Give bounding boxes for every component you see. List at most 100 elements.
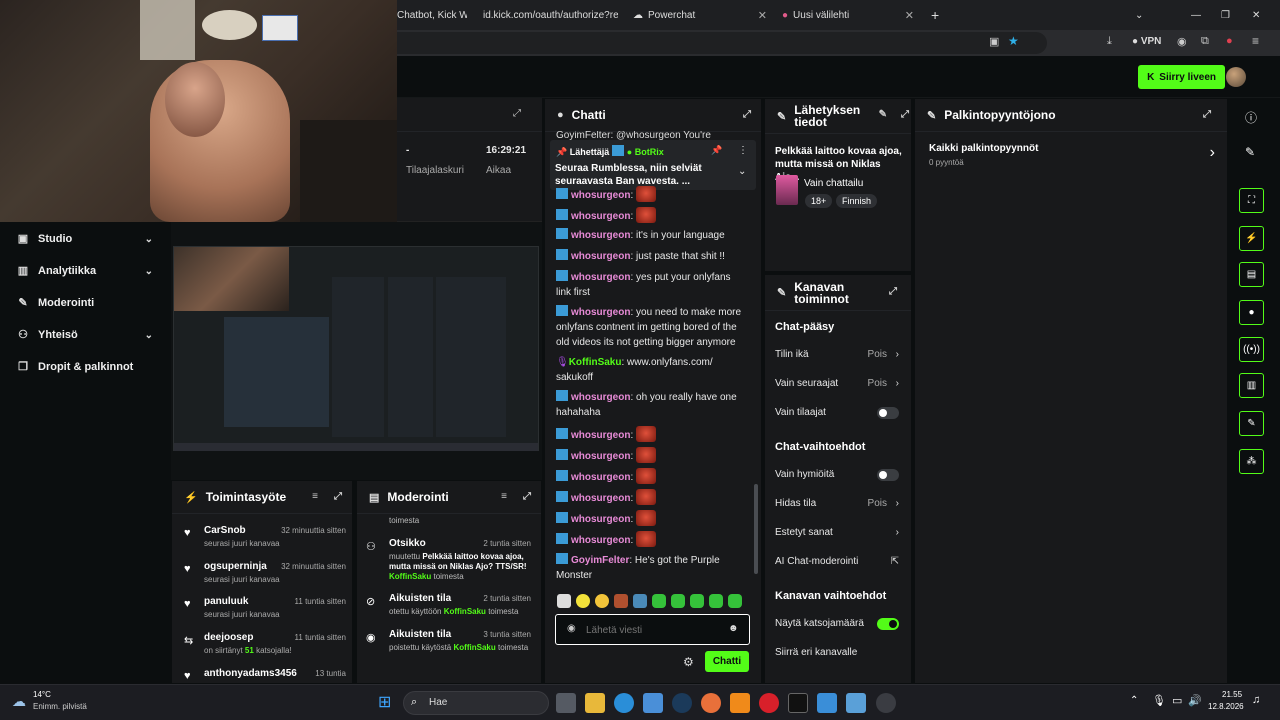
- move-channel-row[interactable]: Siirrä eri kanavalle: [775, 644, 905, 662]
- chat-username[interactable]: whosurgeon: [571, 272, 630, 283]
- ai-mod-row[interactable]: AI Chat-moderointi ⇱: [775, 553, 905, 571]
- emote-icon[interactable]: [728, 594, 742, 608]
- rail-wrench-button[interactable]: ✎: [1239, 411, 1264, 436]
- slow-mode-row[interactable]: Hidas tila Pois ›: [775, 495, 905, 513]
- pinned-message[interactable]: 📌 Lähettäjä ● BotRix 📌 ⋮ Seuraa Rumbless…: [550, 140, 756, 190]
- rail-document-button[interactable]: ▤: [1239, 262, 1264, 287]
- sidebar-item-analytics[interactable]: ▥ Analytiikka ⌄: [0, 257, 171, 285]
- firefox-icon[interactable]: [701, 693, 721, 713]
- window-app-icon[interactable]: [846, 693, 866, 713]
- download-icon[interactable]: ⤓: [1107, 35, 1112, 48]
- send-chat-button[interactable]: Chatti: [705, 651, 749, 672]
- info-icon[interactable]: ⓘ: [1245, 109, 1257, 126]
- screenshot-icon[interactable]: ▣: [989, 35, 999, 48]
- go-live-button[interactable]: K Siirry liveen: [1138, 65, 1225, 89]
- steam-icon[interactable]: [672, 693, 692, 713]
- rail-broadcast-button[interactable]: ((•)): [1239, 337, 1264, 362]
- clock-time[interactable]: 21.55: [1222, 690, 1242, 699]
- stream-category[interactable]: Vain chattailu: [804, 178, 863, 189]
- filter-icon[interactable]: ≡: [501, 491, 507, 502]
- chat-username[interactable]: whosurgeon: [571, 430, 630, 441]
- expand-icon[interactable]: ⤢: [889, 286, 897, 297]
- filter-icon[interactable]: ≡: [312, 491, 318, 502]
- chat-username[interactable]: whosurgeon: [571, 190, 630, 201]
- bookmark-star-icon[interactable]: ★: [1008, 34, 1019, 48]
- minimize-icon[interactable]: —: [1191, 0, 1203, 30]
- edit-icon[interactable]: ✎: [1245, 145, 1255, 159]
- emote-icon[interactable]: [614, 594, 628, 608]
- chat-username[interactable]: whosurgeon: [571, 211, 630, 222]
- taskbar-search[interactable]: ⌕ Hae: [403, 691, 549, 715]
- vlc-icon[interactable]: [730, 693, 750, 713]
- maximize-icon[interactable]: ❐: [1221, 0, 1233, 30]
- sidebar-item-moderation[interactable]: ✎ Moderointi: [0, 289, 171, 317]
- chat-input[interactable]: [586, 622, 716, 638]
- menu-icon[interactable]: ≡: [1252, 34, 1259, 48]
- weather-icon[interactable]: ☁: [12, 693, 26, 710]
- chat-username[interactable]: GoyimFelter: [571, 555, 629, 566]
- chat-username[interactable]: KoffinSaku: [569, 357, 622, 368]
- all-rewards-row[interactable]: Kaikki palkintopyynnöt 0 pyyntöä ›: [929, 142, 1219, 170]
- edit-icon[interactable]: ✎: [879, 109, 887, 120]
- chat-username[interactable]: whosurgeon: [571, 392, 630, 403]
- unpin-icon[interactable]: 📌: [711, 145, 722, 156]
- opera-icon[interactable]: [759, 693, 779, 713]
- new-tab-button[interactable]: +: [931, 0, 945, 30]
- banned-words-row[interactable]: Estetyt sanat ›: [775, 524, 905, 542]
- chat-username[interactable]: whosurgeon: [571, 251, 630, 262]
- chat-scrollbar[interactable]: [754, 484, 758, 574]
- chat-username[interactable]: whosurgeon: [571, 493, 630, 504]
- tab-list-icon[interactable]: ⌄: [1135, 0, 1147, 30]
- chat-input-box[interactable]: ◉ ☻: [555, 614, 750, 645]
- terminal-icon[interactable]: [788, 693, 808, 713]
- chevron-down-icon[interactable]: ⌄: [738, 166, 746, 177]
- chat-username[interactable]: whosurgeon: [571, 535, 630, 546]
- close-icon[interactable]: ✕: [899, 9, 920, 22]
- close-icon[interactable]: ✕: [752, 9, 773, 22]
- expand-icon[interactable]: ⤢: [743, 109, 751, 120]
- chat-settings-icon[interactable]: ◉: [567, 623, 576, 634]
- show-viewers-toggle[interactable]: [877, 618, 899, 630]
- expand-icon[interactable]: ⤢: [1203, 109, 1211, 120]
- expand-icon[interactable]: ⤢: [334, 491, 342, 502]
- paint-icon[interactable]: [817, 693, 837, 713]
- chevron-up-icon[interactable]: ⌃: [1130, 695, 1138, 706]
- sidebar-item-studio[interactable]: ▣ Studio ⌄: [0, 225, 171, 253]
- app-notification-icon[interactable]: [876, 693, 896, 713]
- close-window-icon[interactable]: ✕: [1252, 0, 1264, 30]
- address-field[interactable]: ▣ ★: [397, 32, 1047, 54]
- emote-icon[interactable]: [557, 594, 571, 608]
- emote-icon[interactable]: [576, 594, 590, 608]
- rail-layout-button[interactable]: ▥: [1239, 373, 1264, 398]
- rail-lightning-button[interactable]: ⚡: [1239, 226, 1264, 251]
- notification-bell-icon[interactable]: ♫: [1252, 694, 1260, 706]
- account-age-row[interactable]: Tilin ikä Pois ›: [775, 346, 905, 364]
- vpn-button[interactable]: ● VPN: [1132, 36, 1161, 47]
- rail-chat-button[interactable]: ●: [1239, 300, 1264, 325]
- emotes-only-toggle[interactable]: [877, 469, 899, 481]
- file-explorer-icon[interactable]: [585, 693, 605, 713]
- expand-icon[interactable]: ⤢: [523, 491, 531, 502]
- rail-scan-button[interactable]: ⛶: [1239, 188, 1264, 213]
- stream-preview[interactable]: [171, 222, 542, 480]
- emote-icon[interactable]: [709, 594, 723, 608]
- chat-username[interactable]: whosurgeon: [571, 514, 630, 525]
- avatar[interactable]: [1226, 67, 1246, 87]
- rail-shapes-button[interactable]: ⁂: [1239, 449, 1264, 474]
- task-view-icon[interactable]: [556, 693, 576, 713]
- account-icon[interactable]: ◉: [1177, 35, 1187, 48]
- clock-date[interactable]: 12.8.2026: [1208, 702, 1244, 711]
- store-icon[interactable]: [643, 693, 663, 713]
- browser-tab[interactable]: id.kick.com/oauth/authorize?respo✕: [483, 0, 618, 30]
- network-icon[interactable]: ▭: [1172, 694, 1182, 707]
- mic-icon[interactable]: 🎙: [1152, 694, 1166, 707]
- emote-icon[interactable]: [633, 594, 647, 608]
- chat-username[interactable]: whosurgeon: [571, 472, 630, 483]
- edge-icon[interactable]: [614, 693, 634, 713]
- gear-icon[interactable]: ⚙: [683, 655, 694, 669]
- browser-tab[interactable]: Chatbot, Kick Wid: [397, 0, 467, 30]
- extensions-icon[interactable]: ⧉: [1201, 35, 1209, 48]
- expand-icon[interactable]: ⤢: [513, 108, 521, 119]
- browser-tab[interactable]: ● Uusi välilehti ✕: [782, 0, 920, 30]
- chat-username[interactable]: whosurgeon: [571, 307, 630, 318]
